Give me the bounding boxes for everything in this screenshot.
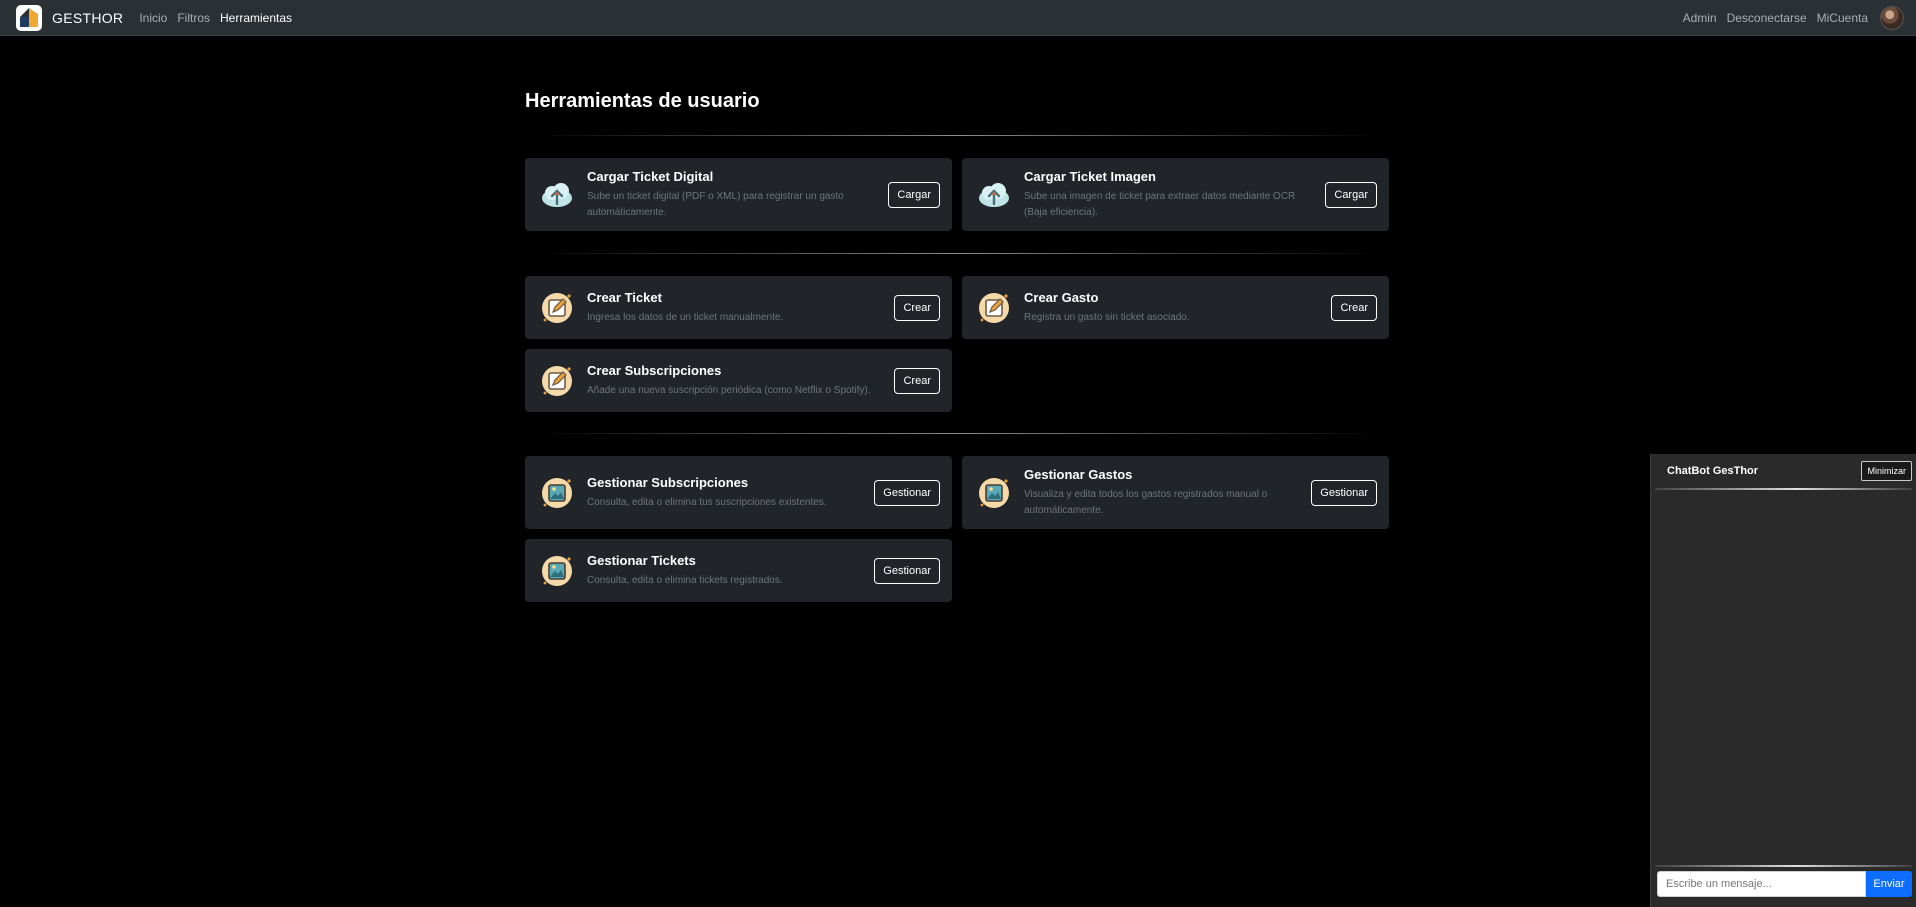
nav-link-account[interactable]: MiCuenta [1817,11,1868,25]
gestionar-gastos-button[interactable]: Gestionar [1311,479,1377,506]
section-divider [532,253,1383,254]
card-desc: Consulta, edita o elimina tus suscripcio… [587,496,827,508]
cargar-ticket-imagen-button[interactable]: Cargar [1325,181,1377,208]
chatbot-minimize-button[interactable]: Minimizar [1861,461,1912,481]
card-title: Crear Subscripciones [587,362,722,378]
card-title: Gestionar Tickets [587,552,696,568]
chatbot-messages[interactable] [1651,490,1916,865]
create-section: Crear Ticket Ingresa los datos de un tic… [525,276,1390,412]
chatbot-divider [1655,865,1912,867]
card-cargar-ticket-imagen: Cargar Ticket Imagen Sube una imagen de … [962,158,1389,231]
chatbot-input-row: Enviar [1651,871,1916,897]
card-gestionar-subscripciones: Gestionar Subscripciones Consulta, edita… [525,456,952,529]
section-divider [532,433,1383,434]
page-title: Herramientas de usuario [525,90,760,112]
card-desc: Ingresa los datos de un ticket manualmen… [587,311,784,323]
cloud-upload-icon [979,182,1009,207]
section-divider [532,135,1383,136]
card-desc: Sube un ticket digital (PDF o XML) para … [587,190,844,218]
nav-link-logout[interactable]: Desconectarse [1727,11,1807,25]
nav-links: Inicio Filtros Herramientas [139,11,292,25]
cloud-upload-icon [542,182,572,207]
main-content: Herramientas de usuario Cargar Ticket Di… [525,36,1390,602]
image-manage-icon [542,555,572,586]
card-desc: Consulta, edita o elimina tickets regist… [587,574,783,586]
card-title: Crear Gasto [1024,289,1099,305]
crear-gasto-button[interactable]: Crear [1331,294,1377,321]
upload-section: Cargar Ticket Digital Sube un ticket dig… [525,158,1390,231]
brand-logo-icon [16,4,42,31]
edit-icon [542,292,572,323]
nav-link-herramientas[interactable]: Herramientas [220,11,292,25]
nav-link-filtros[interactable]: Filtros [177,11,210,25]
card-gestionar-gastos: Gestionar Gastos Visualiza y edita todos… [962,456,1389,529]
crear-subscripciones-button[interactable]: Crear [894,367,940,394]
card-desc: Visualiza y edita todos los gastos regis… [1024,488,1268,516]
edit-icon [542,365,572,396]
card-cargar-ticket-digital: Cargar Ticket Digital Sube un ticket dig… [525,158,952,231]
chatbot-header: ChatBot GesThor Minimizar [1651,454,1916,488]
cargar-ticket-digital-button[interactable]: Cargar [888,181,940,208]
top-navbar: GESTHOR Inicio Filtros Herramientas Admi… [0,0,1916,36]
image-manage-icon [542,477,572,508]
card-title: Cargar Ticket Digital [587,168,714,184]
card-title: Cargar Ticket Imagen [1024,168,1156,184]
card-gestionar-tickets: Gestionar Tickets Consulta, edita o elim… [525,539,952,602]
edit-icon [979,292,1009,323]
chatbot-send-button[interactable]: Enviar [1866,871,1912,897]
card-crear-ticket: Crear Ticket Ingresa los datos de un tic… [525,276,952,339]
card-desc: Sube una imagen de ticket para extraer d… [1024,190,1296,218]
card-title: Gestionar Subscripciones [587,474,749,490]
brand-name: GESTHOR [52,9,124,26]
crear-ticket-button[interactable]: Crear [894,294,940,321]
card-desc: Añade una nueva suscripción periódica (c… [587,384,871,396]
chatbot-message-input[interactable] [1657,871,1866,897]
chatbot-panel: ChatBot GesThor Minimizar Enviar [1650,454,1916,907]
card-crear-gasto: Crear Gasto Registra un gasto sin ticket… [962,276,1389,339]
nav-right: Admin Desconectarse MiCuenta [1683,5,1904,30]
brand[interactable]: GESTHOR [16,4,124,31]
chatbot-title: ChatBot GesThor [1667,465,1759,477]
card-crear-subscripciones: Crear Subscripciones Añade una nueva sus… [525,349,952,412]
avatar[interactable] [1880,5,1904,30]
gestionar-tickets-button[interactable]: Gestionar [874,557,940,584]
card-title: Gestionar Gastos [1024,466,1133,482]
nav-link-admin[interactable]: Admin [1683,11,1717,25]
gestionar-subscripciones-button[interactable]: Gestionar [874,479,940,506]
card-title: Crear Ticket [587,289,662,305]
manage-section: Gestionar Subscripciones Consulta, edita… [525,456,1390,602]
nav-link-inicio[interactable]: Inicio [139,11,167,25]
image-manage-icon [979,477,1009,508]
card-desc: Registra un gasto sin ticket asociado. [1024,311,1190,323]
